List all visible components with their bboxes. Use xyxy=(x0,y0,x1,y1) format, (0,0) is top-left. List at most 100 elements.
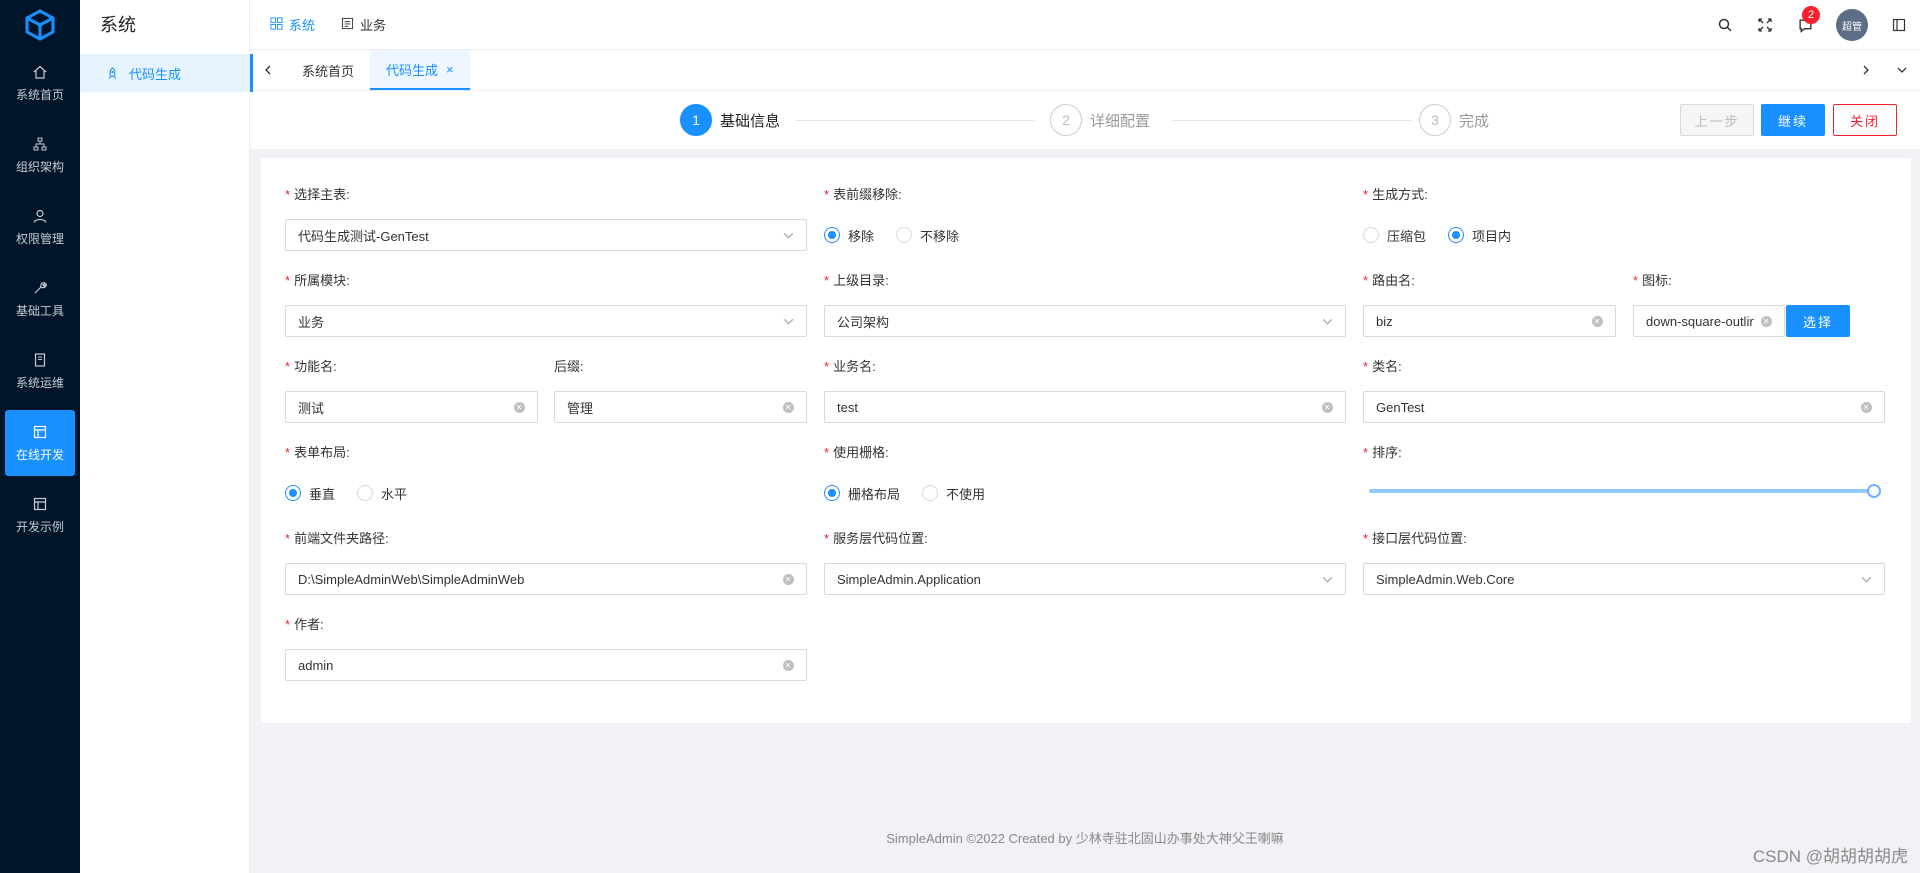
nav-item-home[interactable]: 系统首页 xyxy=(5,50,75,116)
biz-name-input[interactable]: test ✕ xyxy=(824,391,1346,423)
continue-button[interactable]: 继续 xyxy=(1761,104,1825,136)
radio-zip[interactable]: 压缩包 xyxy=(1363,226,1426,245)
radio-not-remove[interactable]: 不移除 xyxy=(896,226,959,245)
route-name-input[interactable]: biz ✕ xyxy=(1363,305,1616,337)
clear-icon[interactable]: ✕ xyxy=(1591,315,1603,327)
clear-icon[interactable]: ✕ xyxy=(782,659,794,671)
label-text: 功能名: xyxy=(294,359,337,374)
select-value: 代码生成测试-GenTest xyxy=(298,228,429,244)
fullscreen-icon[interactable] xyxy=(1756,16,1774,34)
radio-dot xyxy=(1448,227,1465,243)
frontend-path-field: * 前端文件夹路径: D:\SimpleAdminWeb\SimpleAdminW… xyxy=(285,529,807,595)
field-label: * 作者: xyxy=(285,617,324,632)
biz-name-field: * 业务名: test ✕ xyxy=(824,357,1346,423)
prefix-remove-field: * 表前缀移除: 移除 不移除 xyxy=(824,185,1346,251)
org-tree-icon xyxy=(32,136,48,152)
chevron-left-icon[interactable] xyxy=(250,50,286,90)
api-location-select[interactable]: SimpleAdmin.Web.Core xyxy=(1363,563,1885,595)
label-text: 前端文件夹路径: xyxy=(294,531,389,546)
suffix-field: 后缀: 管理 ✕ xyxy=(554,357,807,423)
layout-setting-icon[interactable] xyxy=(1890,16,1908,34)
profile-icon xyxy=(341,17,354,33)
tab-codegen[interactable]: 代码生成 × xyxy=(370,50,470,90)
chevron-right-icon[interactable] xyxy=(1848,50,1884,90)
clear-icon[interactable]: ✕ xyxy=(513,401,525,413)
radio-label: 栅格布局 xyxy=(848,486,901,502)
func-name-input[interactable]: 测试 ✕ xyxy=(285,391,538,423)
label-text: 类名: xyxy=(1372,359,1402,374)
nav-item-online-dev[interactable]: 在线开发 xyxy=(5,410,75,476)
sort-slider-track[interactable] xyxy=(1369,489,1875,493)
parent-dir-select[interactable]: 公司架构 xyxy=(824,305,1346,337)
nav-item-dev-example[interactable]: 开发示例 xyxy=(5,482,75,548)
label-text: 上级目录: xyxy=(833,273,889,288)
radio-vertical[interactable]: 垂直 xyxy=(285,484,335,503)
chevron-down-icon[interactable] xyxy=(1884,50,1920,90)
clear-icon[interactable]: ✕ xyxy=(782,401,794,413)
left-nav: 系统首页 组织架构 权限管理 基础工具 系统运维 在线开发 开发示例 xyxy=(0,0,80,873)
step-title: 完成 xyxy=(1459,112,1490,130)
submenu-item-codegen[interactable]: 代码生成 xyxy=(80,54,249,92)
radio-in-project[interactable]: 项目内 xyxy=(1448,226,1511,245)
tab-home[interactable]: 系统首页 xyxy=(286,50,370,90)
frontend-path-input[interactable]: D:\SimpleAdminWeb\SimpleAdminWeb ✕ xyxy=(285,563,807,595)
radio-remove[interactable]: 移除 xyxy=(824,226,874,245)
prev-step-button[interactable]: 上一步 xyxy=(1680,104,1754,136)
label-text: 服务层代码位置: xyxy=(833,531,928,546)
nav-item-tools[interactable]: 基础工具 xyxy=(5,266,75,332)
icon-input[interactable]: down-square-outlined ✕ xyxy=(1633,305,1785,337)
label-text: 作者: xyxy=(294,617,324,632)
radio-no-grid[interactable]: 不使用 xyxy=(922,484,985,503)
service-location-field: * 服务层代码位置: SimpleAdmin.Application xyxy=(824,529,1346,595)
module-select[interactable]: 业务 xyxy=(285,305,807,337)
field-label: * 表前缀移除: xyxy=(824,187,902,202)
avatar[interactable]: 超管 xyxy=(1836,9,1868,41)
field-label: 后缀: xyxy=(554,357,807,377)
message-icon[interactable]: 2 xyxy=(1796,6,1820,34)
nav-item-org[interactable]: 组织架构 xyxy=(5,122,75,188)
tab-label: 代码生成 xyxy=(386,62,439,78)
clear-icon[interactable]: ✕ xyxy=(1860,401,1872,413)
top-header: 系统 业务 2 超管 xyxy=(250,0,1920,50)
radio-horizontal[interactable]: 水平 xyxy=(357,484,407,503)
step-number: 2 xyxy=(1050,104,1082,136)
main-table-select[interactable]: 代码生成测试-GenTest xyxy=(285,219,807,251)
topmenu-system[interactable]: 系统 xyxy=(270,15,315,34)
close-button[interactable]: 关闭 xyxy=(1833,104,1897,136)
use-grid-field: * 使用栅格: 栅格布局 不使用 xyxy=(824,443,1346,509)
notification-badge: 2 xyxy=(1802,6,1820,24)
nav-item-label: 系统首页 xyxy=(15,87,64,102)
suffix-input[interactable]: 管理 ✕ xyxy=(554,391,807,423)
chevron-down-icon xyxy=(1321,573,1333,585)
clear-icon[interactable]: ✕ xyxy=(1321,401,1333,413)
label-text: 图标: xyxy=(1642,273,1672,288)
close-icon[interactable]: × xyxy=(446,62,454,77)
class-name-input[interactable]: GenTest ✕ xyxy=(1363,391,1885,423)
clear-icon[interactable]: ✕ xyxy=(1760,315,1772,327)
step-title: 基础信息 xyxy=(720,112,781,130)
service-location-select[interactable]: SimpleAdmin.Application xyxy=(824,563,1346,595)
nav-item-ops[interactable]: 系统运维 xyxy=(5,338,75,404)
author-field: * 作者: admin ✕ xyxy=(285,615,807,681)
nav-item-permission[interactable]: 权限管理 xyxy=(5,194,75,260)
select-value: 业务 xyxy=(298,314,325,330)
tabs-bar: 系统首页 代码生成 × xyxy=(250,50,1920,92)
select-icon-button[interactable]: 选择 xyxy=(1786,305,1850,337)
search-icon[interactable] xyxy=(1716,16,1734,34)
input-value: 测试 xyxy=(298,400,325,416)
system-title: 系统 xyxy=(100,15,136,35)
radio-grid-layout[interactable]: 栅格布局 xyxy=(824,484,900,503)
sort-slider-handle[interactable] xyxy=(1867,484,1881,498)
clear-icon[interactable]: ✕ xyxy=(782,573,794,585)
book-icon xyxy=(32,352,48,368)
field-label: * 图标: xyxy=(1633,273,1672,288)
label-text: 后缀: xyxy=(554,359,584,374)
cube-logo-icon[interactable] xyxy=(0,0,80,50)
icon-field: *图标: down-square-outlined ✕ 选择 xyxy=(1633,271,1886,337)
topmenu-business[interactable]: 业务 xyxy=(341,15,386,34)
chevron-down-icon xyxy=(782,229,794,241)
input-value: D:\SimpleAdminWeb\SimpleAdminWeb xyxy=(298,571,525,587)
author-input[interactable]: admin ✕ xyxy=(285,649,807,681)
label-text: 业务名: xyxy=(833,359,876,374)
field-label: * 业务名: xyxy=(824,359,876,374)
